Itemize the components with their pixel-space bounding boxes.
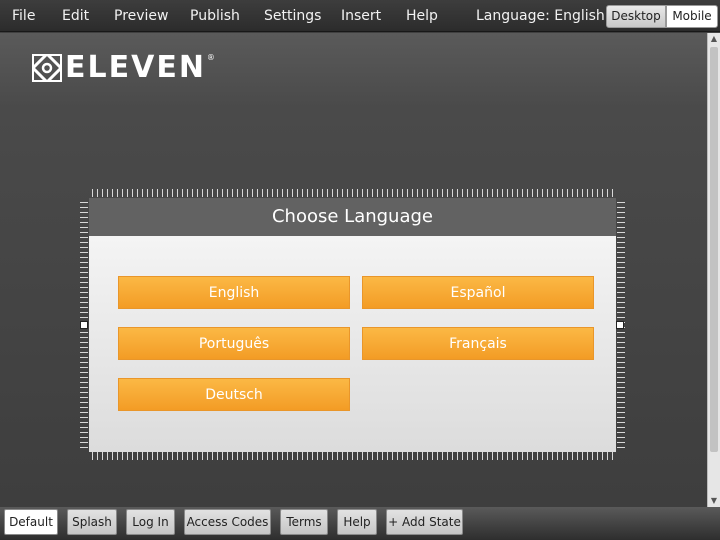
dialog-title: Choose Language	[89, 198, 616, 236]
selection-frame-top	[92, 189, 614, 197]
scroll-up-icon[interactable]: ▲	[708, 33, 720, 45]
state-tab-default[interactable]: Default	[4, 509, 58, 535]
state-tab-bar: Default Splash Log In Access Codes Terms…	[0, 507, 720, 540]
language-button-francais[interactable]: Français	[362, 327, 594, 360]
site-header: ELEVEN ®	[0, 33, 707, 108]
menu-publish[interactable]: Publish	[190, 0, 240, 32]
language-button-portugues[interactable]: Português	[118, 327, 350, 360]
state-tab-terms[interactable]: Terms	[280, 509, 328, 535]
menu-insert[interactable]: Insert	[341, 0, 381, 32]
menu-edit[interactable]: Edit	[62, 0, 89, 32]
mobile-view-button[interactable]: Mobile	[666, 5, 718, 28]
menu-help[interactable]: Help	[406, 0, 438, 32]
menu-bar: File Edit Preview Publish Settings Inser…	[0, 0, 720, 32]
language-indicator[interactable]: Language: English	[476, 0, 605, 32]
menu-file[interactable]: File	[12, 0, 35, 32]
add-state-button[interactable]: + Add State	[386, 509, 463, 535]
resize-handle-left[interactable]	[80, 321, 88, 329]
eleven-logo-icon	[32, 54, 62, 82]
state-tab-splash[interactable]: Splash	[67, 509, 117, 535]
brand-name: ELEVEN	[65, 50, 206, 85]
brand-logo: ELEVEN ®	[32, 53, 215, 83]
vertical-scrollbar[interactable]: ▲ ▼	[707, 33, 720, 507]
state-tab-log-in[interactable]: Log In	[126, 509, 175, 535]
state-tab-help[interactable]: Help	[337, 509, 377, 535]
menu-settings[interactable]: Settings	[264, 0, 321, 32]
language-button-deutsch[interactable]: Deutsch	[118, 378, 350, 411]
choose-language-dialog[interactable]: Choose Language English Español Portuguê…	[89, 198, 616, 452]
menu-preview[interactable]: Preview	[114, 0, 169, 32]
language-button-english[interactable]: English	[118, 276, 350, 309]
language-button-espanol[interactable]: Español	[362, 276, 594, 309]
selection-frame-bottom	[92, 452, 614, 460]
state-tab-access-codes[interactable]: Access Codes	[184, 509, 271, 535]
trademark-symbol: ®	[206, 53, 215, 62]
desktop-view-button[interactable]: Desktop	[606, 5, 666, 28]
scroll-down-icon[interactable]: ▼	[708, 495, 720, 507]
scroll-thumb[interactable]	[710, 47, 718, 452]
resize-handle-right[interactable]	[616, 321, 624, 329]
dialog-body: English Español Português Français Deuts…	[89, 236, 616, 452]
